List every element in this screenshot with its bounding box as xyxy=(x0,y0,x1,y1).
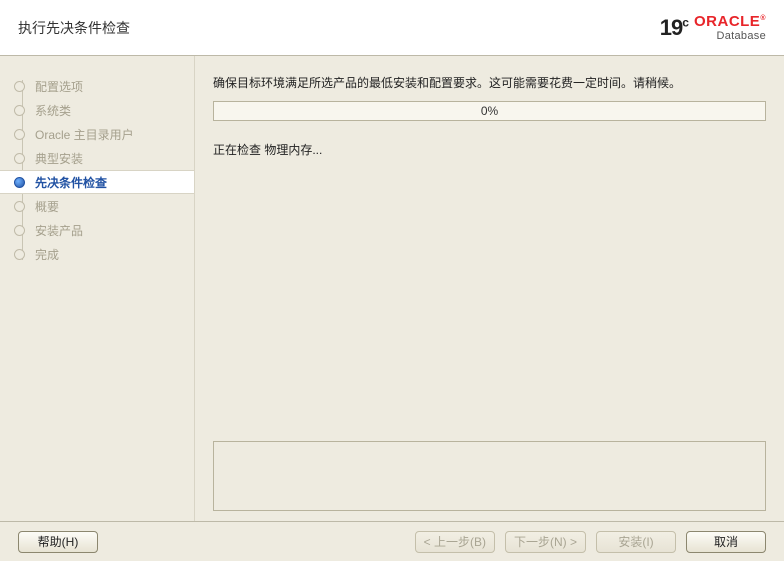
status-text: 确保目标环境满足所选产品的最低安装和配置要求。这可能需要花费一定时间。请稍候。 xyxy=(213,74,766,91)
brand-logo: 19c ORACLE® Database xyxy=(660,14,766,42)
header: 执行先决条件检查 19c ORACLE® Database xyxy=(0,0,784,56)
sidebar-item-prereq-check: 先决条件检查 xyxy=(0,170,194,194)
brand-version-num: 19 xyxy=(660,15,682,40)
brand-version: 19c xyxy=(660,15,688,41)
brand-product: Database xyxy=(694,31,766,42)
log-output-box xyxy=(213,441,766,511)
step-dot-icon xyxy=(14,153,25,164)
step-dot-active-icon xyxy=(14,177,25,188)
brand-version-sup: c xyxy=(682,15,688,29)
sidebar-item-oracle-home-user: Oracle 主目录用户 xyxy=(0,122,194,146)
cancel-button[interactable]: 取消 xyxy=(686,531,766,553)
sidebar-item-typical-install: 典型安装 xyxy=(0,146,194,170)
step-dot-icon xyxy=(14,249,25,260)
step-dot-icon xyxy=(14,105,25,116)
sidebar-item-label: 典型安装 xyxy=(35,150,83,167)
footer: 帮助(H) < 上一步(B) 下一步(N) > 安装(I) 取消 xyxy=(0,521,784,561)
sidebar-item-install-product: 安装产品 xyxy=(0,218,194,242)
back-button[interactable]: < 上一步(B) xyxy=(415,531,495,553)
sidebar-item-label: 配置选项 xyxy=(35,78,83,95)
sidebar-item-label: 先决条件检查 xyxy=(35,174,107,191)
brand-text: ORACLE® Database xyxy=(694,14,766,42)
step-dot-icon xyxy=(14,81,25,92)
step-dot-icon xyxy=(14,129,25,140)
brand-oracle: ORACLE® xyxy=(694,14,766,29)
brand-reg-icon: ® xyxy=(760,15,766,22)
sidebar-item-summary: 概要 xyxy=(0,194,194,218)
main-panel: 确保目标环境满足所选产品的最低安装和配置要求。这可能需要花费一定时间。请稍候。 … xyxy=(195,56,784,521)
body: 配置选项 系统类 Oracle 主目录用户 典型安装 先决条件检查 概要 安装产… xyxy=(0,56,784,521)
progress-bar: 0% xyxy=(213,101,766,121)
sidebar: 配置选项 系统类 Oracle 主目录用户 典型安装 先决条件检查 概要 安装产… xyxy=(0,56,195,521)
step-dot-icon xyxy=(14,225,25,236)
sidebar-item-label: Oracle 主目录用户 xyxy=(35,126,134,143)
sidebar-item-label: 系统类 xyxy=(35,102,71,119)
sidebar-item-label: 安装产品 xyxy=(35,222,83,239)
spacer xyxy=(213,158,766,437)
brand-oracle-name: ORACLE xyxy=(694,13,760,30)
step-dot-icon xyxy=(14,201,25,212)
next-button[interactable]: 下一步(N) > xyxy=(505,531,586,553)
sidebar-item-finish: 完成 xyxy=(0,242,194,266)
sidebar-item-label: 完成 xyxy=(35,246,59,263)
check-status-text: 正在检查 物理内存... xyxy=(213,141,766,158)
sidebar-item-system-class: 系统类 xyxy=(0,98,194,122)
help-button[interactable]: 帮助(H) xyxy=(18,531,98,553)
page-title: 执行先决条件检查 xyxy=(18,18,130,38)
progress-label: 0% xyxy=(481,104,498,118)
install-button[interactable]: 安装(I) xyxy=(596,531,676,553)
sidebar-item-config-option: 配置选项 xyxy=(0,74,194,98)
sidebar-item-label: 概要 xyxy=(35,198,59,215)
